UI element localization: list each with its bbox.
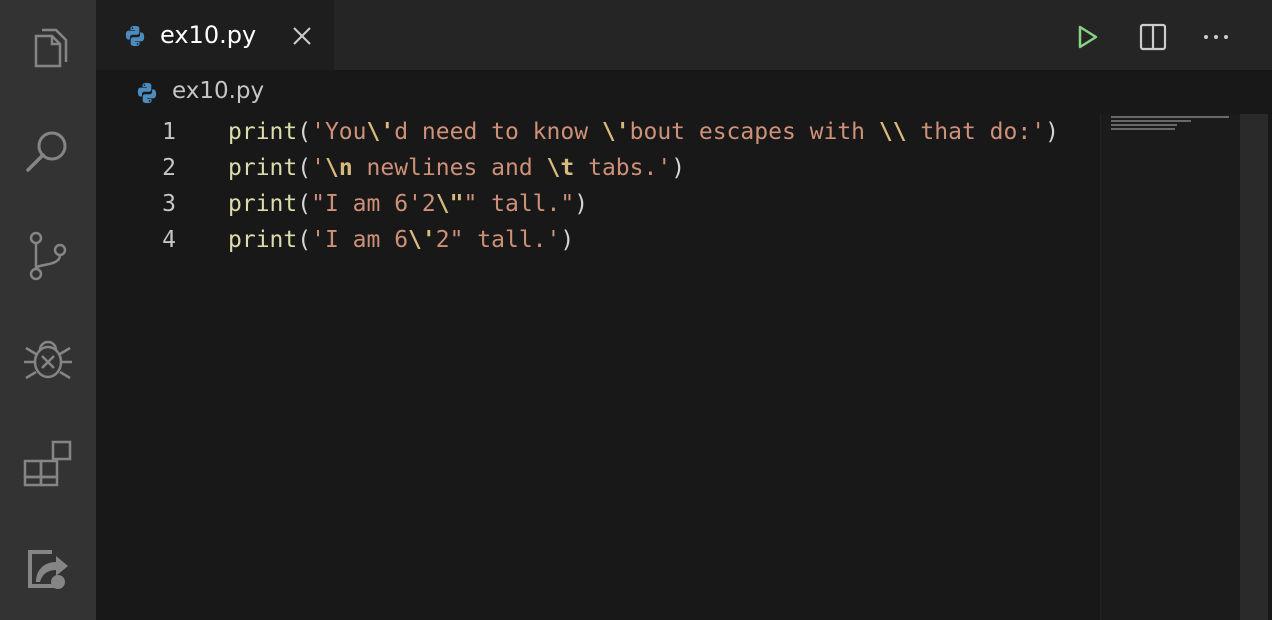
code-editor[interactable]: 1 print('You\'d need to know \'bout escap…: [96, 114, 1100, 620]
play-icon[interactable]: [1072, 22, 1102, 52]
code-token: print: [228, 191, 298, 217]
code-token: bout escapes with: [629, 119, 879, 145]
code-token: print: [228, 119, 298, 145]
code-token: d need to know: [394, 119, 602, 145]
line-number: 3: [162, 191, 176, 217]
code-text: print("I am 6'2\"" tall."): [228, 186, 588, 222]
code-token: \\: [878, 119, 907, 145]
code-line[interactable]: 3 print("I am 6'2\"" tall."): [96, 186, 1100, 222]
breadcrumb[interactable]: ex10.py: [96, 70, 1272, 114]
code-line[interactable]: 2 print('\n newlines and \t tabs.'): [96, 150, 1100, 186]
code-token: \t: [546, 155, 575, 181]
code-token: (: [297, 119, 312, 145]
code-token: 'You: [311, 119, 367, 145]
code-text: print('You\'d need to know \'bout escape…: [228, 114, 1059, 150]
python-icon: [125, 25, 145, 47]
code-token: print: [228, 155, 298, 181]
code-token: 'I am 6: [311, 227, 409, 253]
minimap-line: [1111, 120, 1191, 122]
code-token: \': [408, 227, 436, 253]
code-token: ): [560, 227, 575, 253]
code-token: "I am 6'2: [311, 191, 436, 217]
code-token: ): [1045, 119, 1059, 145]
minimap-line: [1111, 116, 1229, 118]
code-token: ): [574, 191, 589, 217]
tab-ex10-py[interactable]: ex10.py: [96, 0, 334, 70]
tabs-bar: ex10.py: [96, 0, 1272, 70]
code-token: print: [228, 227, 298, 253]
code-token: ): [671, 155, 686, 181]
code-token: newlines and: [352, 155, 547, 181]
line-number: 2: [162, 155, 176, 181]
code-token: (: [297, 155, 312, 181]
split-editor-icon[interactable]: [1138, 22, 1168, 52]
remote-explorer-icon[interactable]: [22, 542, 74, 594]
code-line[interactable]: 1 print('You\'d need to know \'bout escap…: [96, 114, 1100, 150]
code-token: tabs.': [574, 155, 672, 181]
code-text: print('\n newlines and \t tabs.'): [228, 150, 685, 186]
source-control-icon[interactable]: [22, 230, 74, 282]
minimap-line: [1111, 124, 1177, 126]
breadcrumb-label: ex10.py: [172, 78, 265, 104]
extensions-icon[interactable]: [22, 438, 74, 490]
code-token: \': [366, 119, 395, 145]
code-token: " tall.": [463, 191, 575, 217]
code-token: \': [601, 119, 630, 145]
vertical-scrollbar[interactable]: [1240, 114, 1268, 620]
code-token: 2" tall.': [435, 227, 561, 253]
python-icon: [137, 82, 157, 104]
ellipsis-icon[interactable]: [1201, 22, 1231, 52]
line-number: 1: [162, 119, 176, 145]
code-line[interactable]: 4 print('I am 6\'2" tall.'): [96, 222, 1100, 258]
code-token: \n: [324, 155, 353, 181]
code-token: ': [311, 155, 325, 181]
search-icon[interactable]: [22, 124, 74, 176]
minimap-line: [1111, 128, 1175, 130]
code-token: that do:': [906, 119, 1046, 145]
minimap[interactable]: [1100, 114, 1241, 620]
tab-label: ex10.py: [160, 21, 257, 49]
code-text: print('I am 6\'2" tall.'): [228, 222, 574, 258]
code-token: \": [435, 191, 464, 217]
activity-bar: [0, 0, 96, 620]
code-token: (: [297, 227, 312, 253]
close-icon[interactable]: [290, 24, 314, 48]
code-token: (: [297, 191, 312, 217]
run-debug-icon[interactable]: [22, 334, 74, 386]
line-number: 4: [162, 227, 176, 253]
files-icon[interactable]: [22, 22, 74, 74]
